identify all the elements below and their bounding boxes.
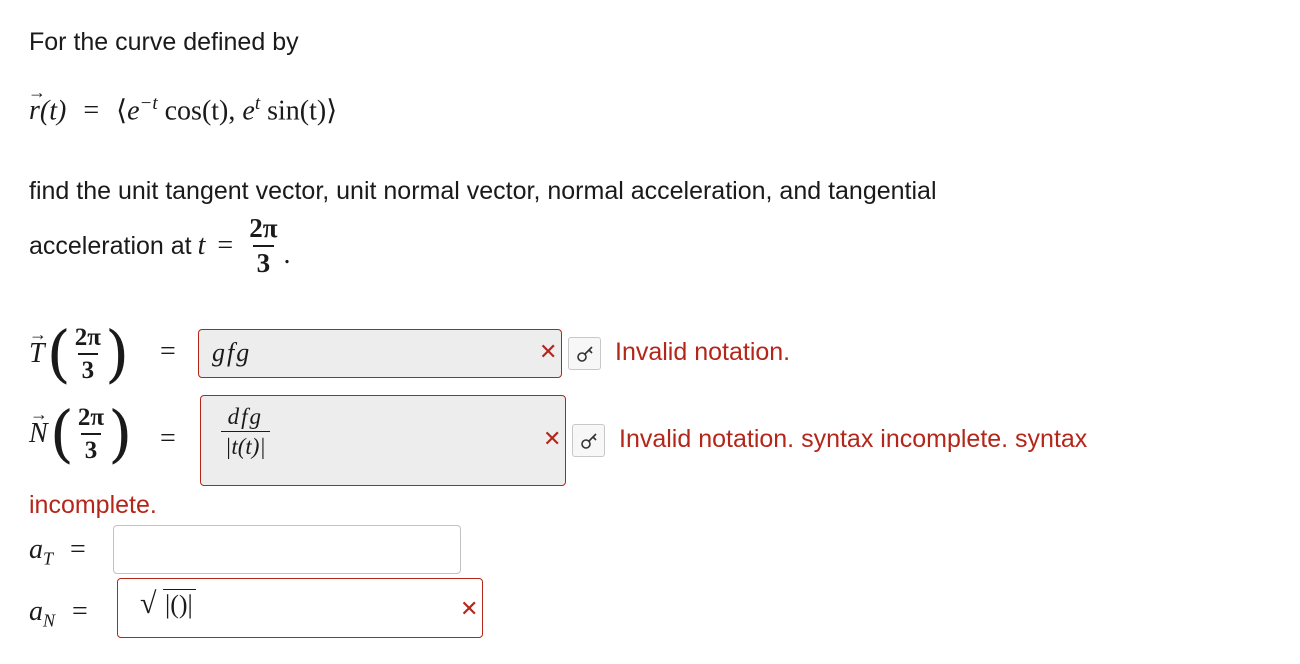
normal-accel-label: aN = xyxy=(29,596,88,632)
curve-equation: r → (t) = ⟨e−t cos(t), et sin(t)⟩ xyxy=(28,82,338,127)
left-angle: ⟨ xyxy=(116,95,128,127)
t-variable: t xyxy=(197,230,206,261)
key-icon-svg xyxy=(580,432,597,449)
sqrt-icon: √ xyxy=(140,587,157,620)
normal-error-message-wrap: incomplete. xyxy=(29,491,157,519)
a-n-subscript: N xyxy=(43,610,56,631)
tangent-left-paren: ( xyxy=(46,317,71,390)
normal-arg-fraction: 2π 3 xyxy=(74,405,108,463)
normal-accel-input[interactable]: √ |()| xyxy=(117,578,483,638)
x-icon: ✕ xyxy=(543,427,562,452)
a-t-symbol: a xyxy=(29,534,43,565)
tangent-label: T → ( 2π 3 ) xyxy=(29,322,129,386)
normal-equals: = xyxy=(160,423,176,454)
normal-arg-denominator: 3 xyxy=(80,433,102,463)
tangential-accel-input[interactable] xyxy=(113,525,461,574)
normal-answer-numerator: dfg xyxy=(227,404,264,429)
intro-text: For the curve defined by xyxy=(29,28,299,56)
r-comp2-base: e xyxy=(242,95,255,127)
tangent-answer-input[interactable]: gfg xyxy=(198,329,562,378)
key-icon[interactable] xyxy=(572,424,605,457)
tangent-error-message: Invalid notation. xyxy=(615,338,791,366)
tangent-arg-fraction: 2π 3 xyxy=(71,325,105,383)
normal-label: N → ( 2π 3 ) xyxy=(29,394,132,474)
instruction-line2-text: acceleration at xyxy=(29,231,192,260)
vector-arrow-icon: → xyxy=(28,82,46,103)
tangent-arg-denominator: 3 xyxy=(77,353,99,383)
a-t-subscript: T xyxy=(43,548,54,569)
vector-arrow-icon: → xyxy=(30,404,48,424)
instruction-line1: find the unit tangent vector, unit norma… xyxy=(29,177,937,205)
right-angle: ⟩ xyxy=(326,95,338,127)
tangent-answer-value: gfg xyxy=(212,338,252,367)
normal-accel-value: |()| xyxy=(163,589,196,620)
normal-right-paren: ) xyxy=(108,397,133,470)
t-equals: = xyxy=(217,230,234,261)
normal-answer-input[interactable]: dfg |t(t)| xyxy=(200,395,566,486)
t-value-denominator: 3 xyxy=(252,245,275,277)
x-icon: ✕ xyxy=(539,340,558,365)
key-icon-svg xyxy=(576,345,593,362)
a-t-equals: = xyxy=(70,534,86,565)
r-comp2-rest: sin(t) xyxy=(267,95,327,127)
r-equals: = xyxy=(83,95,100,127)
t-value-fraction: 2π 3 xyxy=(245,215,281,277)
tangent-symbol: T → xyxy=(29,324,47,370)
key-icon[interactable] xyxy=(568,337,601,370)
a-n-equals: = xyxy=(72,596,88,627)
r-comp1-rest: cos(t), xyxy=(164,95,236,127)
r-comp1-exp: −t xyxy=(139,93,158,114)
normal-error-message: Invalid notation. syntax incomplete. syn… xyxy=(619,425,1088,453)
r-comp1-base: e xyxy=(127,95,140,127)
instruction-period: . xyxy=(283,239,291,270)
t-value-numerator: 2π xyxy=(249,213,278,243)
a-n-symbol: a xyxy=(29,596,43,627)
tangent-arg-numerator: 2π xyxy=(74,324,101,351)
r-vector-symbol: r → xyxy=(28,82,46,127)
r-comp2-exp: t xyxy=(254,93,261,114)
vector-arrow-icon: → xyxy=(29,324,47,344)
normal-answer-denominator: |t(t)| xyxy=(221,431,270,458)
normal-symbol: N → xyxy=(29,404,48,450)
normal-left-paren: ( xyxy=(49,397,74,470)
tangent-right-paren: ) xyxy=(104,317,130,390)
tangential-accel-label: aT = xyxy=(29,534,86,570)
tangent-equals: = xyxy=(160,336,176,367)
normal-answer-fraction: dfg |t(t)| xyxy=(221,405,270,458)
instruction-line2: acceleration at t = 2π 3 . xyxy=(29,214,290,278)
normal-arg-numerator: 2π xyxy=(77,404,105,431)
x-icon: ✕ xyxy=(460,597,479,622)
